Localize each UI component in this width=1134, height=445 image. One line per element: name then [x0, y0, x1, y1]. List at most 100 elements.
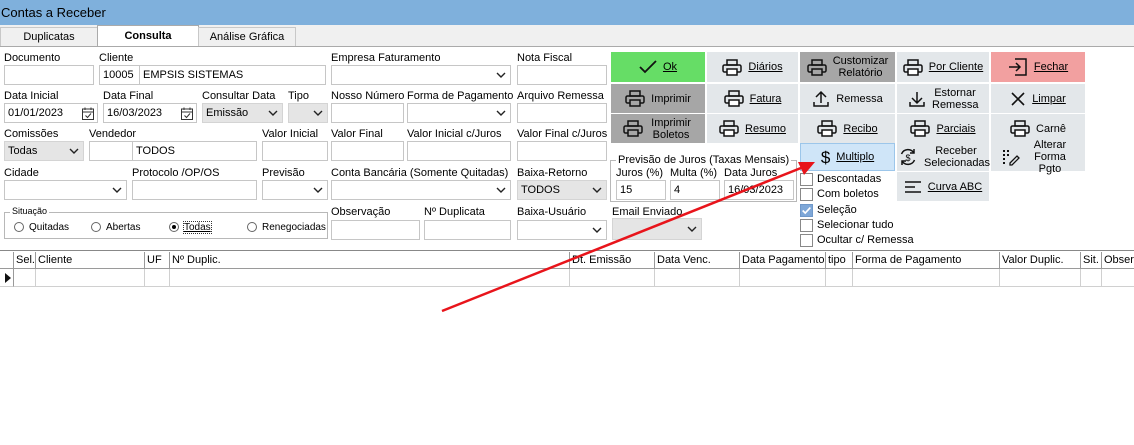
tab-duplicatas[interactable]: Duplicatas — [0, 27, 98, 47]
column-header-data-pagamento[interactable]: Data Pagamento — [740, 252, 826, 269]
diarios-button[interactable]: Diários — [707, 52, 798, 82]
column-header-valor-duplic[interactable]: Valor Duplic. — [1000, 252, 1081, 269]
protocolo-input[interactable] — [132, 180, 257, 200]
fechar-button[interactable]: Fechar — [991, 52, 1085, 82]
consultar-data-select[interactable]: Emissão — [202, 103, 283, 123]
forma-pagamento-select[interactable] — [407, 103, 511, 123]
table-cell[interactable] — [1102, 269, 1134, 287]
por-cliente-button[interactable]: Por Cliente — [897, 52, 989, 82]
conta-bancaria-select[interactable] — [331, 180, 511, 200]
table-cell[interactable] — [14, 269, 36, 287]
calendar-icon[interactable] — [82, 107, 94, 120]
curva-abc-button[interactable]: Curva ABC — [897, 172, 989, 201]
comissoes-select[interactable]: Todas — [4, 141, 84, 161]
valor-inicial-juros-input[interactable] — [407, 141, 511, 161]
valor-final-juros-input[interactable] — [517, 141, 607, 161]
baixa-retorno-select[interactable]: TODOS — [517, 180, 607, 200]
table-cell[interactable] — [1000, 269, 1081, 287]
table-cell[interactable] — [570, 269, 655, 287]
documento-input[interactable] — [4, 65, 94, 85]
descontadas-checkbox[interactable] — [800, 173, 813, 186]
column-header-tipo[interactable]: tipo — [826, 252, 853, 269]
upload-icon — [813, 90, 830, 107]
estornar-remessa-button[interactable]: Estornar Remessa — [897, 84, 989, 113]
situacao-todas-label[interactable]: Todas — [183, 221, 212, 234]
nota-fiscal-input[interactable] — [517, 65, 607, 85]
recibo-button[interactable]: Recibo — [800, 114, 895, 143]
table-cell[interactable] — [145, 269, 170, 287]
baixa-usuario-select[interactable] — [517, 220, 607, 240]
situacao-renegociadas-label[interactable]: Renegociadas — [262, 222, 326, 233]
previsao-select[interactable] — [262, 180, 328, 200]
table-cell[interactable] — [36, 269, 145, 287]
nosso-numero-input[interactable] — [331, 103, 404, 123]
resumo-button[interactable]: Resumo — [707, 114, 798, 143]
data-juros-input[interactable]: 16/03/2023 — [724, 180, 794, 200]
alterar-forma-pgto-button[interactable]: Alterar Forma Pgto — [991, 139, 1085, 175]
column-header-dt-emissao[interactable]: Dt. Emissão — [570, 252, 655, 269]
cliente-code-input[interactable]: 10005 — [99, 65, 139, 85]
descontadas-label[interactable]: Descontadas — [817, 173, 881, 185]
column-header-cliente[interactable]: Cliente — [36, 252, 145, 269]
documento-label: Documento — [4, 52, 61, 64]
remessa-button[interactable]: Remessa — [800, 84, 895, 113]
observacao-label: Observação — [331, 206, 391, 218]
juros-input[interactable]: 15 — [616, 180, 666, 200]
selecao-label[interactable]: Seleção — [817, 204, 857, 216]
table-cell[interactable] — [740, 269, 826, 287]
situacao-abertas-label[interactable]: Abertas — [106, 222, 140, 233]
column-header-data-venc[interactable]: Data Venc. — [655, 252, 740, 269]
vendedor-name-input[interactable]: TODOS — [132, 141, 257, 161]
table-cell[interactable] — [1081, 269, 1102, 287]
ocultar-remessa-checkbox[interactable] — [800, 234, 813, 247]
arquivo-remessa-input[interactable] — [517, 103, 607, 123]
row-indicator[interactable] — [0, 269, 14, 287]
receber-selecionadas-button[interactable]: $ Receber Selecionadas — [897, 143, 990, 171]
cidade-select[interactable] — [4, 180, 127, 200]
valor-final-input[interactable] — [331, 141, 404, 161]
column-header-obser[interactable]: Obser — [1102, 252, 1134, 269]
data-inicial-input[interactable]: 01/01/2023 — [4, 103, 98, 123]
tab-consulta[interactable]: Consulta — [97, 25, 199, 47]
imprimir-boletos-button[interactable]: Imprimir Boletos — [611, 114, 705, 143]
table-cell[interactable] — [826, 269, 853, 287]
parciais-button[interactable]: Parciais — [897, 114, 989, 143]
selecionar-tudo-checkbox[interactable] — [800, 219, 813, 232]
fatura-button[interactable]: Fatura — [707, 84, 798, 113]
multa-input[interactable]: 4 — [670, 180, 720, 200]
column-header-uf[interactable]: UF — [145, 252, 170, 269]
observacao-input[interactable] — [331, 220, 420, 240]
table-cell[interactable] — [170, 269, 570, 287]
situacao-quitadas-radio[interactable] — [14, 222, 24, 232]
column-header-num-duplic[interactable]: Nº Duplic. — [170, 252, 570, 269]
com-boletos-label[interactable]: Com boletos — [817, 188, 879, 200]
calendar-icon[interactable] — [181, 107, 193, 120]
imprimir-button[interactable]: Imprimir — [611, 84, 705, 113]
tipo-select[interactable] — [288, 103, 328, 123]
email-enviado-select[interactable] — [612, 218, 702, 240]
column-header-forma-pagamento[interactable]: Forma de Pagamento — [853, 252, 1000, 269]
cliente-name-input[interactable]: EMPSIS SISTEMAS — [139, 65, 326, 85]
tab-analise-grafica[interactable]: Análise Gráfica — [198, 27, 296, 47]
situacao-todas-radio[interactable] — [169, 222, 179, 232]
data-final-input[interactable]: 16/03/2023 — [103, 103, 197, 123]
table-cell[interactable] — [655, 269, 740, 287]
selecao-checkbox[interactable] — [800, 204, 813, 217]
table-cell[interactable] — [853, 269, 1000, 287]
situacao-abertas-radio[interactable] — [91, 222, 101, 232]
ok-button[interactable]: Ok — [611, 52, 705, 82]
selecionar-tudo-label[interactable]: Selecionar tudo — [817, 219, 893, 231]
column-header-sel[interactable]: Sel. — [14, 252, 36, 269]
empresa-faturamento-select[interactable] — [331, 65, 511, 85]
customizar-relatorio-button[interactable]: Customizar Relatório — [800, 52, 895, 82]
vendedor-code-input[interactable] — [89, 141, 132, 161]
situacao-renegociadas-radio[interactable] — [247, 222, 257, 232]
limpar-button[interactable]: Limpar — [991, 84, 1085, 113]
multiplo-button[interactable]: $ Multiplo — [800, 143, 895, 171]
com-boletos-checkbox[interactable] — [800, 188, 813, 201]
situacao-quitadas-label[interactable]: Quitadas — [29, 222, 69, 233]
column-header-sit[interactable]: Sit. — [1081, 252, 1102, 269]
valor-inicial-input[interactable] — [262, 141, 328, 161]
num-duplicata-input[interactable] — [424, 220, 511, 240]
ocultar-remessa-label[interactable]: Ocultar c/ Remessa — [817, 234, 914, 246]
